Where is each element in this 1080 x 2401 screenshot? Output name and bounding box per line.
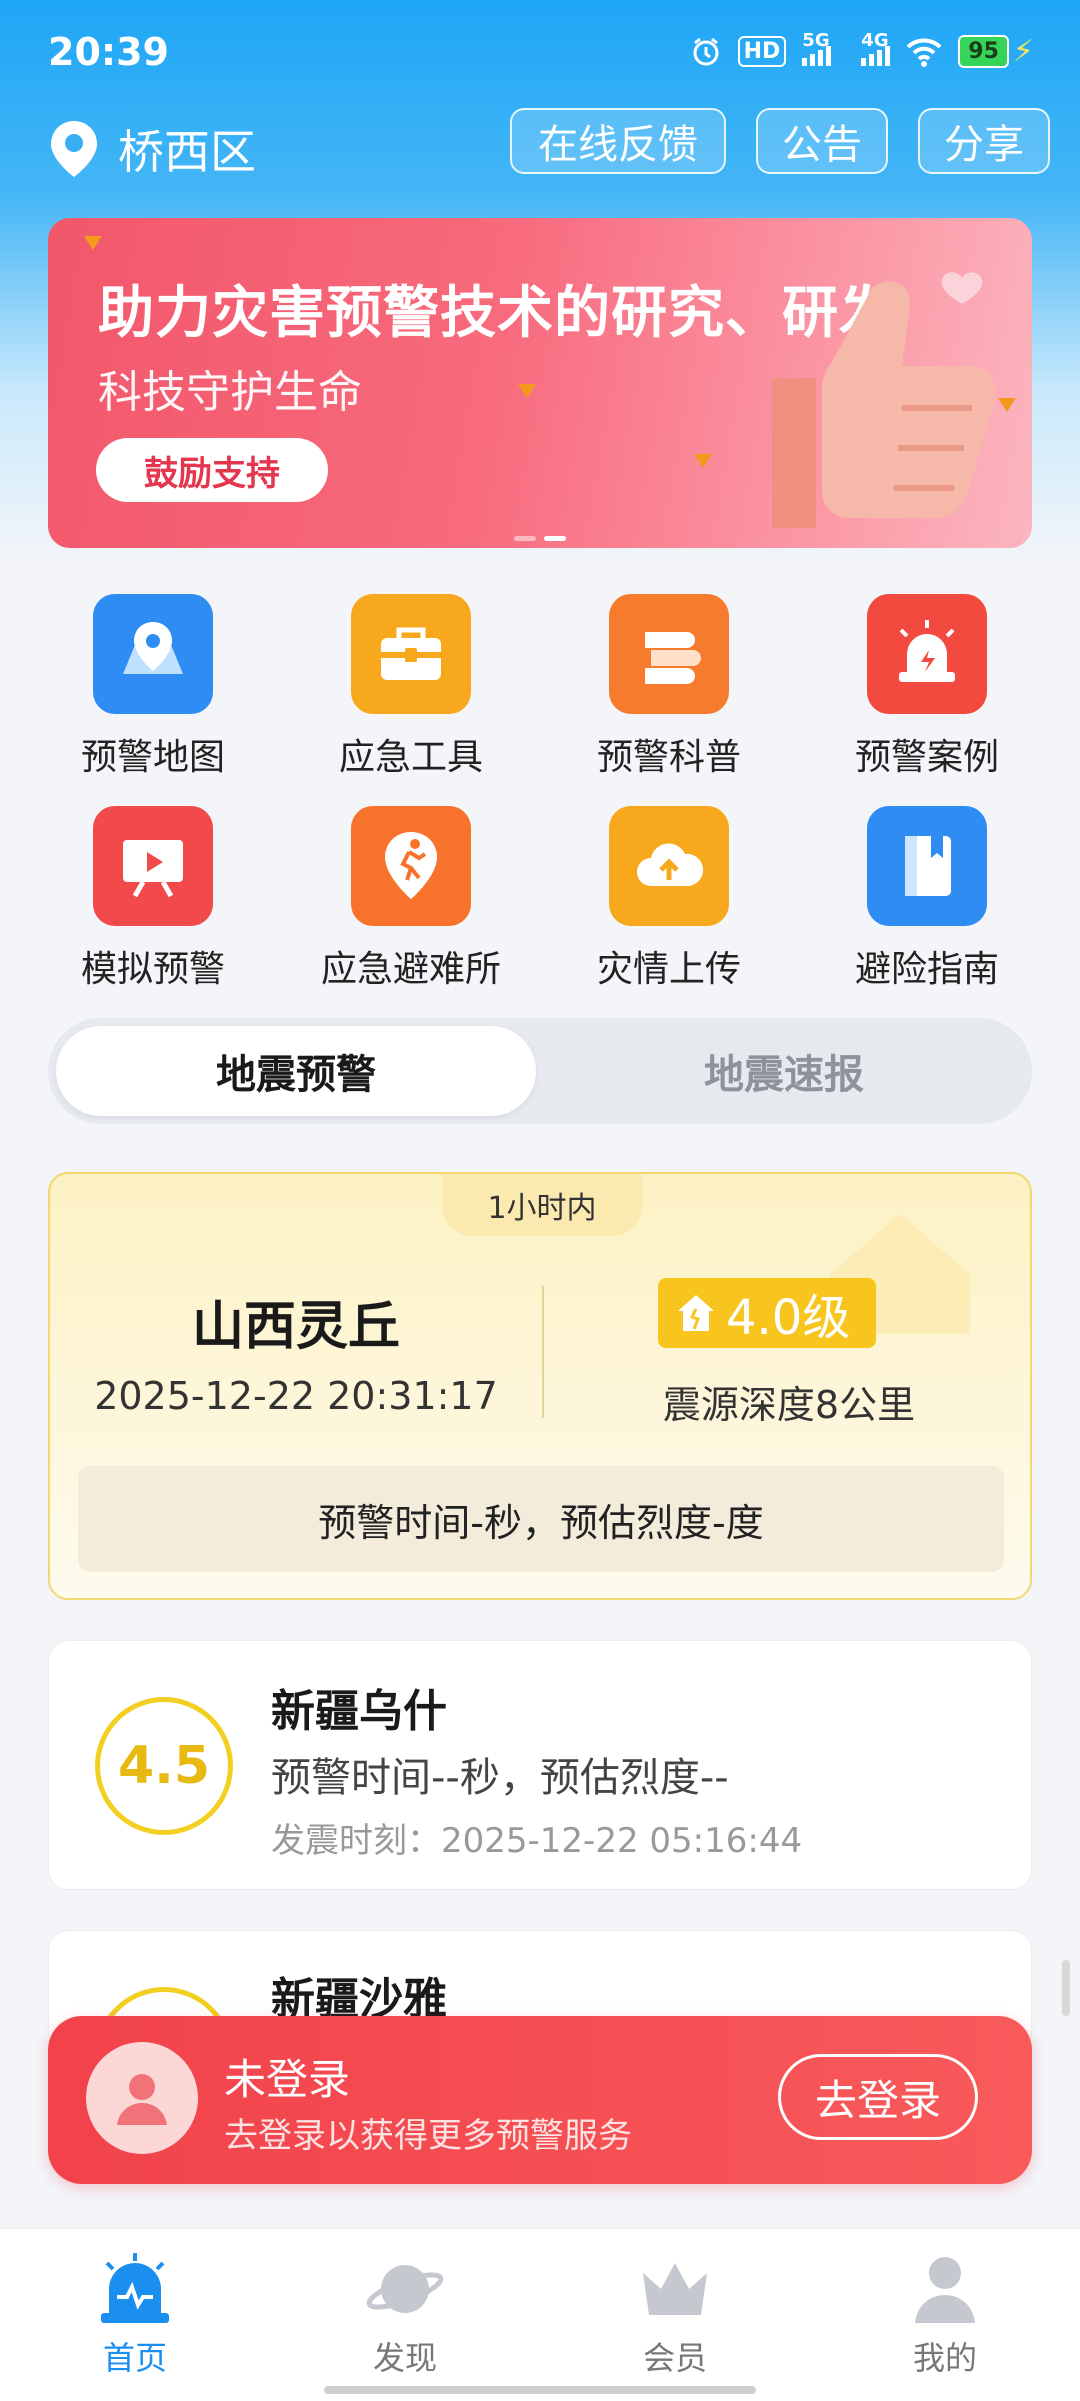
promo-banner[interactable]: 助力灾害预警技术的研究、研发 科技守护生命 鼓励支持 [48,218,1032,548]
signal-4g-icon: 4G [861,30,891,66]
location-name: 桥西区 [118,125,256,179]
cloud-upload-icon [609,806,729,926]
grid-label: 应急工具 [338,737,483,778]
grid-item-safety-guide[interactable]: 避险指南 [798,806,1056,1006]
nav-home[interactable]: 首页 [0,2249,270,2379]
location-pin-icon [51,121,97,177]
nav-label: 我的 [912,2339,977,2377]
grid-item-emergency-tools[interactable]: 应急工具 [282,594,540,794]
crown-icon [540,2249,810,2329]
featured-time: 2025-12-22 20:31:17 [94,1374,498,1418]
alarm-icon [690,36,722,68]
hd-icon: HD [737,36,787,67]
grid-label: 应急避难所 [320,949,501,990]
planet-icon [270,2249,540,2329]
location-selector[interactable]: 桥西区 [48,116,256,182]
scrollbar[interactable] [1062,1960,1070,2016]
grid-label: 预警科普 [596,737,741,778]
featured-warning-info: 预警时间-秒，预估烈度-度 [78,1466,1004,1572]
decor-triangle [84,236,102,250]
magnitude-badge: 4.0级 [658,1278,877,1348]
feedback-button[interactable]: 在线反馈 [510,108,726,174]
grid-label: 灾情上传 [596,949,741,990]
grid-item-warning-map[interactable]: 预警地图 [24,594,282,794]
nav-discover[interactable]: 发现 [270,2249,540,2379]
nav-label: 会员 [642,2339,707,2377]
running-person-icon [351,806,471,926]
grid-item-warning-science[interactable]: 预警科普 [540,594,798,794]
charging-icon: ⚡ [1012,34,1034,69]
decor-triangle [518,384,536,398]
guide-book-icon [867,806,987,926]
map-pin-icon [93,594,213,714]
login-banner[interactable]: 未登录 去登录以获得更多预警服务 去登录 [48,2016,1032,2184]
login-title: 未登录 [224,2055,351,2104]
nav-profile[interactable]: 我的 [810,2249,1080,2379]
tab-earthquake-warning[interactable]: 地震预警 [56,1026,536,1116]
alarm-light-icon [867,594,987,714]
grid-label: 预警案例 [854,737,999,778]
featured-depth: 震源深度8公里 [662,1383,916,1427]
tab-earthquake-report[interactable]: 地震速报 [544,1026,1024,1116]
grid-item-simulated-warning[interactable]: 模拟预警 [24,806,282,1006]
nav-label: 首页 [102,2339,167,2377]
magnitude-circle: 4.5 [95,1697,233,1835]
status-icons: HD 5G 4G 95 ⚡ [690,30,1034,69]
toolbox-icon [351,594,471,714]
grid-item-disaster-upload[interactable]: 灾情上传 [540,806,798,1006]
magnitude-value: 4.0级 [726,1290,851,1346]
banner-subtitle: 科技守护生命 [98,367,362,418]
alarm-home-icon [0,2249,270,2329]
earthquake-tabs: 地震预警 地震速报 [48,1018,1032,1124]
share-button[interactable]: 分享 [918,108,1050,174]
bottom-nav: 首页 发现 会员 我的 [0,2228,1080,2401]
time-range-tag: 1小时内 [442,1174,642,1236]
thumbs-up-icon [772,272,996,528]
announcement-button[interactable]: 公告 [756,108,888,174]
battery-icon: 95 ⚡ [958,34,1034,69]
presentation-play-icon [93,806,213,926]
signal-5g-icon: 5G [802,30,832,66]
grid-label: 避险指南 [854,949,999,990]
wifi-icon [906,37,942,67]
grid-label: 预警地图 [80,737,225,778]
event-time-label: 发震时刻： [271,1821,441,1861]
grid-label: 模拟预警 [80,949,225,990]
status-bar: 20:39 HD 5G 4G 95 ⚡ [0,0,1080,110]
app-header: 桥西区 在线反馈 公告 分享 [0,108,1080,188]
featured-location: 山西灵丘 [191,1297,400,1357]
nav-label: 发现 [372,2339,437,2377]
grid-item-warning-cases[interactable]: 预警案例 [798,594,1056,794]
event-warning: 预警时间--秒，预估烈度-- [271,1755,729,1801]
user-icon [810,2249,1080,2329]
grid-item-emergency-shelter[interactable]: 应急避难所 [282,806,540,1006]
decor-triangle [694,454,712,468]
featured-earthquake-card[interactable]: 1小时内 山西灵丘 2025-12-22 20:31:17 4.0级 震源深度8… [48,1172,1032,1600]
book-stack-icon [609,594,729,714]
nav-membership[interactable]: 会员 [540,2249,810,2379]
event-location: 新疆乌什 [271,1686,447,1737]
list-item[interactable]: 4.5 新疆乌什 预警时间--秒，预估烈度-- 发震时刻：2025-12-22 … [48,1640,1032,1890]
house-crack-icon [678,1295,714,1331]
support-button[interactable]: 鼓励支持 [96,438,328,502]
status-time: 20:39 [48,30,169,74]
event-time-value: 2025-12-22 05:16:44 [441,1821,803,1861]
event-time: 发震时刻：2025-12-22 05:16:44 [271,1813,802,1862]
login-button[interactable]: 去登录 [778,2054,978,2140]
login-subtitle: 去登录以获得更多预警服务 [224,2116,632,2156]
carousel-indicator [514,536,566,541]
home-indicator[interactable] [324,2386,756,2394]
avatar-icon [86,2042,198,2154]
